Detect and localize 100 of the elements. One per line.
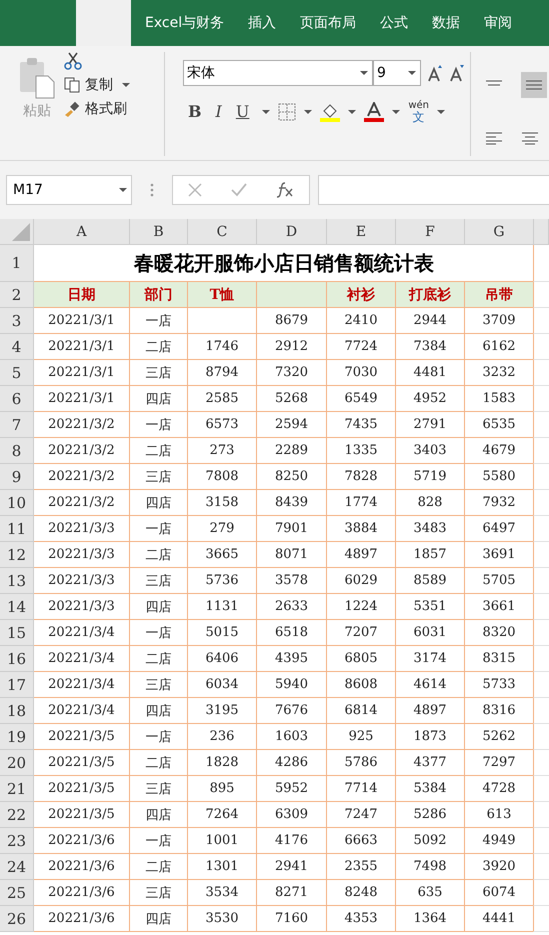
table-cell: 6805	[327, 646, 396, 672]
bold-button[interactable]: B	[183, 100, 207, 123]
table-cell: 1301	[188, 854, 257, 880]
copy-button[interactable]: 复制	[85, 76, 113, 94]
row-header[interactable]: 20	[0, 750, 34, 776]
row-header[interactable]: 18	[0, 698, 34, 724]
brush-icon[interactable]	[64, 101, 80, 117]
ribbon-tab[interactable]: 页面布局	[300, 14, 368, 32]
table-cell: 20221/3/1	[34, 360, 130, 386]
row-header[interactable]: 8	[0, 438, 34, 464]
table-cell: 279	[188, 516, 257, 542]
grow-font-icon[interactable]	[427, 64, 443, 82]
table-cell: 635	[396, 880, 465, 906]
row-header[interactable]: 4	[0, 334, 34, 360]
table-cell: 8315	[465, 646, 534, 672]
row-header[interactable]: 1	[0, 245, 34, 282]
table-cell: 一店	[130, 308, 188, 334]
copy-icon[interactable]	[64, 77, 80, 93]
table-cell: 5015	[188, 620, 257, 646]
table-cell: 4897	[396, 698, 465, 724]
ribbon-tab[interactable]: 审阅	[484, 14, 524, 32]
row-header[interactable]: 6	[0, 386, 34, 412]
row-header[interactable]: 9	[0, 464, 34, 490]
table-cell: 2585	[188, 386, 257, 412]
column-header[interactable]: D	[257, 219, 327, 245]
align-left-icon[interactable]	[485, 130, 503, 144]
row-header[interactable]: 17	[0, 672, 34, 698]
border-icon[interactable]	[278, 102, 296, 120]
table-cell: 三店	[130, 672, 188, 698]
formula-field[interactable]	[318, 175, 549, 205]
column-heading: 吊带	[465, 282, 534, 308]
row-header[interactable]: 7	[0, 412, 34, 438]
row-header[interactable]: 21	[0, 776, 34, 802]
column-header[interactable]: C	[188, 219, 257, 245]
row-header[interactable]: 5	[0, 360, 34, 386]
clipboard-icon[interactable]	[18, 56, 56, 100]
table-cell: 4952	[396, 386, 465, 412]
table-cell: 8439	[257, 490, 327, 516]
table-cell: 3920	[465, 854, 534, 880]
row-header[interactable]: 25	[0, 880, 34, 906]
row-header[interactable]: 23	[0, 828, 34, 854]
row-header[interactable]: 14	[0, 594, 34, 620]
caret-icon[interactable]	[122, 83, 130, 87]
row-header[interactable]: 13	[0, 568, 34, 594]
shrink-font-icon[interactable]	[449, 64, 465, 82]
table-cell: 4949	[465, 828, 534, 854]
table-cell: 5580	[465, 464, 534, 490]
row-header[interactable]: 19	[0, 724, 34, 750]
font-size-field[interactable]: 9	[373, 60, 421, 86]
phonetic-button[interactable]: wén 文	[408, 100, 430, 122]
row-header[interactable]: 2	[0, 282, 34, 308]
row-header[interactable]: 26	[0, 906, 34, 932]
table-cell: 7901	[257, 516, 327, 542]
ribbon-tab[interactable]: 公式	[380, 14, 420, 32]
table-cell: 一店	[130, 724, 188, 750]
table-cell: 6309	[257, 802, 327, 828]
row-header[interactable]: 15	[0, 620, 34, 646]
column-header[interactable]: F	[396, 219, 465, 245]
row-header[interactable]: 22	[0, 802, 34, 828]
table-cell: 1224	[327, 594, 396, 620]
function-icon[interactable]	[276, 182, 294, 198]
ribbon-tab[interactable]: 数据	[432, 14, 472, 32]
table-cell: 7384	[396, 334, 465, 360]
row-header[interactable]: 3	[0, 308, 34, 334]
table-cell: 四店	[130, 490, 188, 516]
font-name-field[interactable]: 宋体	[183, 60, 373, 86]
table-cell: 1828	[188, 750, 257, 776]
table-cell: 二店	[130, 750, 188, 776]
row-header[interactable]: 24	[0, 854, 34, 880]
table-cell: 5733	[465, 672, 534, 698]
table-cell: 4176	[257, 828, 327, 854]
align-center-icon[interactable]	[521, 130, 539, 144]
row-header[interactable]: 12	[0, 542, 34, 568]
ribbon-tab[interactable]: 插入	[248, 14, 288, 32]
ribbon-tab[interactable]: Excel与财务	[145, 14, 236, 32]
format-painter-button[interactable]: 格式刷	[85, 100, 127, 118]
row-header[interactable]: 11	[0, 516, 34, 542]
table-cell: 二店	[130, 646, 188, 672]
check-icon[interactable]	[230, 183, 247, 197]
column-header[interactable]: G	[465, 219, 534, 245]
font-color-icon[interactable]	[364, 102, 384, 122]
table-cell: 3661	[465, 594, 534, 620]
scissors-icon[interactable]	[64, 52, 82, 70]
table-cell: 四店	[130, 906, 188, 932]
table-cell: 6573	[188, 412, 257, 438]
fill-color-icon[interactable]	[320, 102, 340, 122]
column-header[interactable]: B	[130, 219, 188, 245]
table-cell: 20221/3/1	[34, 308, 130, 334]
table-cell: 20221/3/4	[34, 646, 130, 672]
name-box[interactable]: M17	[6, 175, 132, 205]
row-header[interactable]: 10	[0, 490, 34, 516]
table-cell: 6535	[465, 412, 534, 438]
underline-button[interactable]: U	[230, 100, 254, 123]
column-header[interactable]: A	[34, 219, 130, 245]
italic-button[interactable]: I	[210, 100, 227, 123]
align-middle-icon[interactable]	[521, 72, 547, 98]
table-cell: 6406	[188, 646, 257, 672]
column-header[interactable]: E	[327, 219, 396, 245]
table-cell: 3158	[188, 490, 257, 516]
row-header[interactable]: 16	[0, 646, 34, 672]
